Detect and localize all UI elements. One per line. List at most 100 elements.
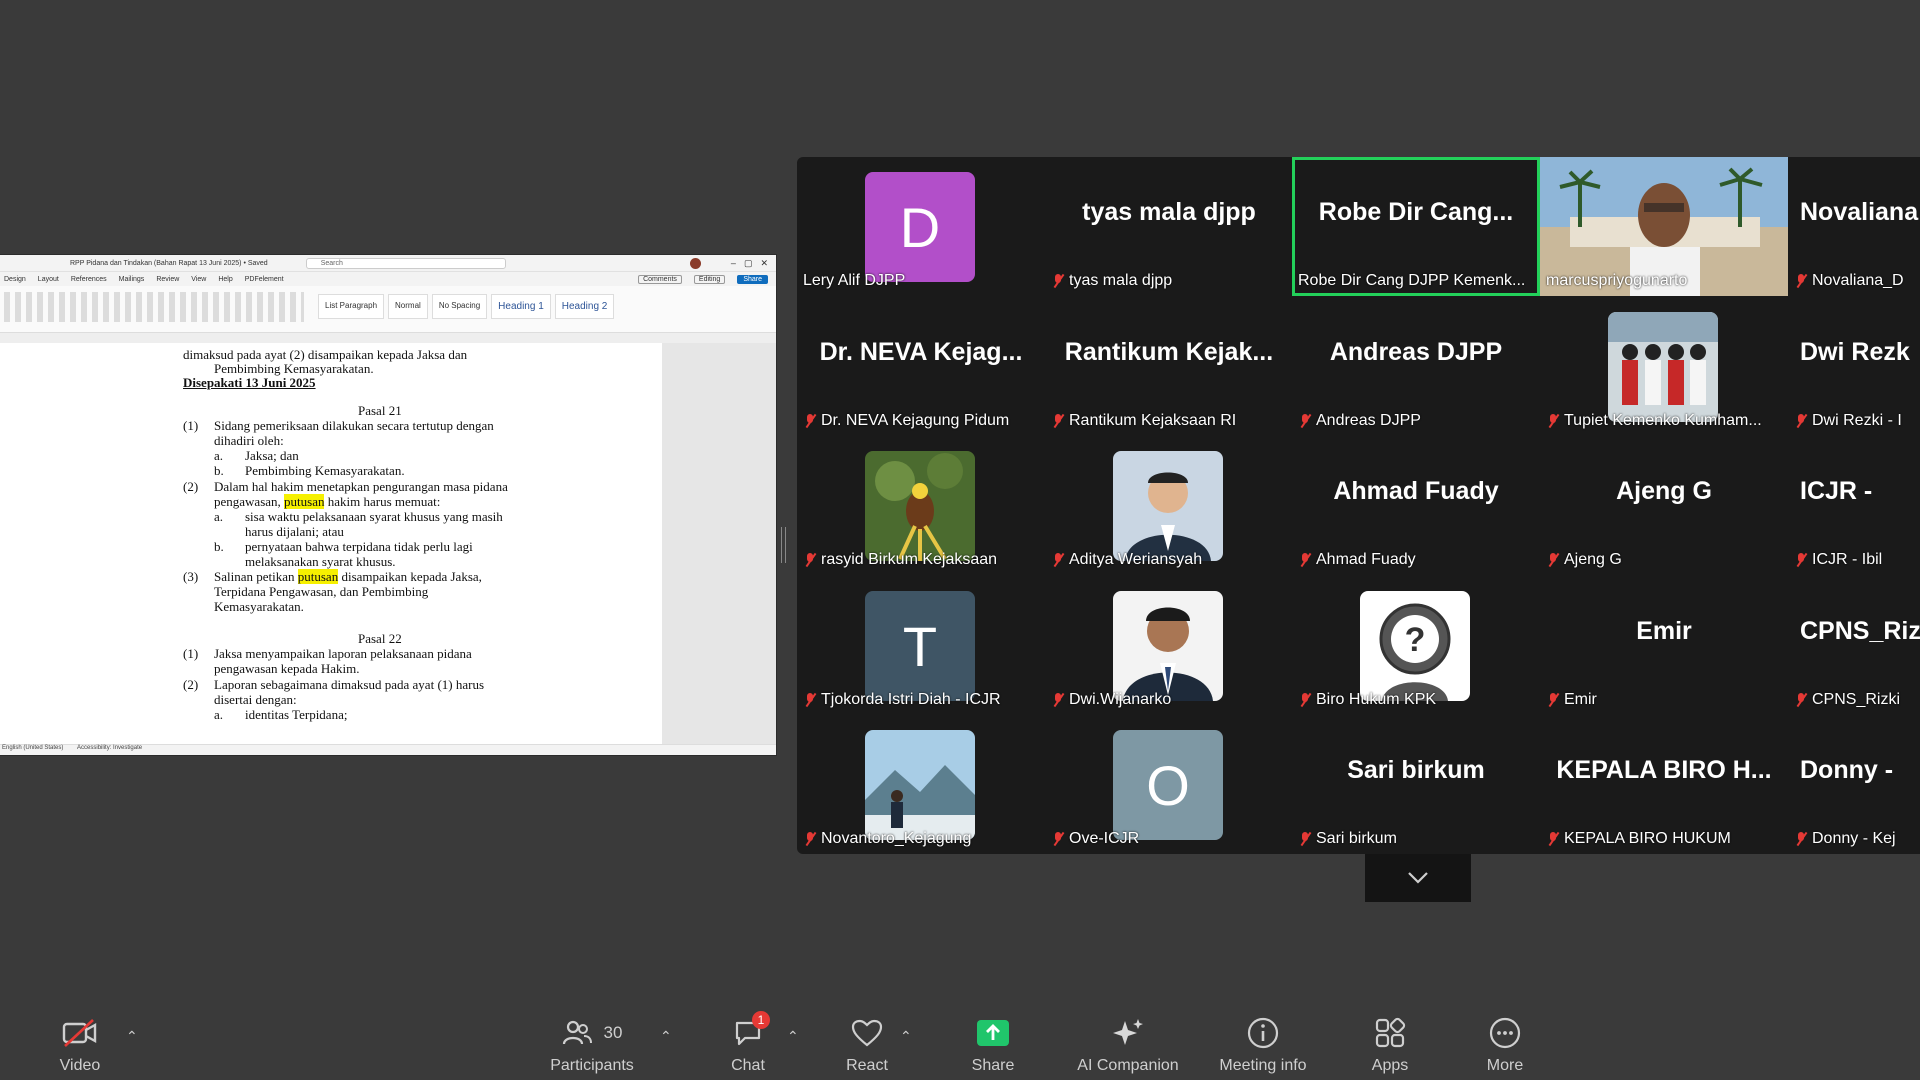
- word-ribbon: List Paragraph Normal No Spacing Heading 1H…: [0, 286, 776, 333]
- participant-display-name: Dwi Rezk: [1800, 337, 1910, 366]
- share-screen-button[interactable]: Share: [933, 1015, 1053, 1075]
- chat-button[interactable]: 1 Chat: [688, 1011, 808, 1075]
- apps-button[interactable]: Apps: [1330, 1015, 1450, 1075]
- document-line: Sidang pemeriksaan dilakukan secara tert…: [214, 418, 494, 433]
- video-button[interactable]: Video: [20, 1015, 140, 1075]
- video-options-caret[interactable]: ⌃: [126, 1028, 138, 1045]
- participant-tile[interactable]: KEPALA BIRO H... KEPALA BIRO HUKUM: [1540, 715, 1788, 854]
- maximize-icon: ▢: [743, 257, 753, 268]
- meeting-info-button[interactable]: Meeting info: [1203, 1015, 1323, 1075]
- document-line: (2): [183, 677, 199, 692]
- mic-muted-icon: [803, 831, 817, 847]
- document-line: Kemasyarakatan.: [214, 599, 304, 614]
- participant-tile[interactable]: Sari birkum Sari birkum: [1292, 715, 1540, 854]
- style-option: No Spacing: [431, 294, 488, 319]
- ai-companion-button[interactable]: AI Companion: [1068, 1015, 1188, 1075]
- react-options-caret[interactable]: ⌃: [900, 1028, 912, 1045]
- participant-tile[interactable]: D Lery Alif DJPP: [797, 157, 1045, 296]
- sparkle-icon: [1113, 1019, 1143, 1045]
- participant-tile[interactable]: marcuspriyogunarto: [1540, 157, 1788, 296]
- participant-name-label: Lery Alif DJPP: [803, 272, 906, 289]
- participant-tile[interactable]: ? Biro Hukum KPK: [1292, 576, 1540, 715]
- more-label: More: [1486, 1057, 1524, 1074]
- word-menu-item: PDFelement: [244, 275, 284, 283]
- word-menu-item: Layout: [37, 275, 59, 283]
- word-menu-item: Help: [218, 275, 233, 283]
- style-gallery: List Paragraph Normal No Spacing Heading 1H…: [318, 294, 615, 319]
- chat-unread-badge: 1: [752, 1011, 770, 1029]
- gallery-next-page-button[interactable]: [1365, 854, 1471, 902]
- participant-name-label: CPNS_Rizki: [1794, 691, 1900, 709]
- word-share-button: Share: [737, 274, 768, 284]
- participant-tile[interactable]: Rantikum Kejak... Rantikum Kejaksaan RI: [1045, 297, 1293, 436]
- participant-display-name: KEPALA BIRO H...: [1556, 755, 1772, 784]
- participant-video: [1113, 451, 1223, 561]
- word-search-box: Search: [305, 257, 506, 269]
- document-line: melaksanakan syarat khusus.: [245, 554, 396, 569]
- participant-tile[interactable]: Donny - Donny - Kej: [1788, 715, 1920, 854]
- participant-tile[interactable]: Aditya Weriansyah: [1045, 436, 1293, 575]
- chat-options-caret[interactable]: ⌃: [787, 1028, 799, 1045]
- participant-name-label: Novaliana_D: [1794, 272, 1904, 290]
- participants-options-caret[interactable]: ⌃: [660, 1028, 672, 1045]
- split-view-divider[interactable]: [781, 527, 786, 563]
- more-button[interactable]: More: [1445, 1015, 1565, 1075]
- participant-tile[interactable]: Ahmad Fuady Ahmad Fuady: [1292, 436, 1540, 575]
- participant-tile[interactable]: Ajeng G Ajeng G: [1540, 436, 1788, 575]
- participant-tile[interactable]: Emir Emir: [1540, 576, 1788, 715]
- word-menu-item: Design: [4, 275, 26, 283]
- document-line: pengawasan kepada Hakim.: [214, 661, 360, 676]
- mic-muted-icon: [1546, 831, 1560, 847]
- participants-button[interactable]: 30 Participants: [532, 1015, 652, 1075]
- participant-tile[interactable]: Dr. NEVA Kejag... Dr. NEVA Kejagung Pidum: [797, 297, 1045, 436]
- share-screen-icon: [977, 1020, 1009, 1046]
- participant-tile[interactable]: Robe Dir Cang... Robe Dir Cang DJPP Kemen…: [1292, 157, 1540, 296]
- participant-name-label: Robe Dir Cang DJPP Kemenk...: [1298, 272, 1526, 289]
- participant-display-name: Andreas DJPP: [1329, 337, 1503, 366]
- style-option: Heading 1: [491, 294, 551, 319]
- participant-tile[interactable]: Andreas DJPP Andreas DJPP: [1292, 297, 1540, 436]
- document-line: (2): [183, 479, 199, 494]
- participant-tile[interactable]: Tupiet Kemenko Kumham...: [1540, 297, 1788, 436]
- participant-name-label: rasyid Birkum Kejaksaan: [803, 551, 997, 569]
- participant-video: [865, 451, 975, 561]
- mic-muted-icon: [1051, 831, 1065, 847]
- participant-tile[interactable]: Novantoro_Kejagung: [797, 715, 1045, 854]
- apps-icon: [1375, 1017, 1406, 1048]
- participant-tile[interactable]: O Ove-ICJR: [1045, 715, 1293, 854]
- react-label: React: [846, 1057, 888, 1074]
- document-line: (1): [183, 418, 199, 433]
- participant-tile[interactable]: CPNS_Rizk CPNS_Rizki: [1788, 576, 1920, 715]
- participant-tile[interactable]: Novaliana Novaliana_D: [1788, 157, 1920, 296]
- participant-tile[interactable]: tyas mala djpp tyas mala djpp: [1045, 157, 1293, 296]
- participant-video: [1608, 312, 1718, 422]
- participant-video: [865, 730, 975, 840]
- document-line: b.: [214, 539, 224, 554]
- document-line: (3): [183, 569, 199, 584]
- mic-muted-icon: [1051, 273, 1065, 289]
- participant-tile[interactable]: Dwi Rezk Dwi Rezki - I: [1788, 297, 1920, 436]
- participant-name-label: Dr. NEVA Kejagung Pidum: [803, 412, 1009, 430]
- participant-name-label: Tupiet Kemenko Kumham...: [1546, 412, 1762, 430]
- participant-video: [1113, 591, 1223, 701]
- participant-avatar: O: [1113, 730, 1223, 840]
- participant-tile[interactable]: Dwi.Wijanarko: [1045, 576, 1293, 715]
- participant-video: ?: [1360, 591, 1470, 701]
- participant-display-name: Robe Dir Cang...: [1318, 197, 1514, 226]
- document-line: dihadiri oleh:: [214, 433, 284, 448]
- document-line: identitas Terpidana;: [245, 707, 348, 722]
- participant-display-name: Sari birkum: [1347, 755, 1485, 784]
- participant-name-label: Dwi Rezki - I: [1794, 412, 1902, 430]
- document-line: dimaksud pada ayat (2) disampaikan kepad…: [183, 347, 468, 362]
- participant-tile[interactable]: rasyid Birkum Kejaksaan: [797, 436, 1045, 575]
- document-line: disertai dengan:: [214, 692, 297, 707]
- document-line: a.: [214, 707, 224, 722]
- mic-muted-icon: [1546, 552, 1560, 568]
- participant-tile[interactable]: ICJR - ICJR - Ibil: [1788, 436, 1920, 575]
- participant-tile[interactable]: T Tjokorda Istri Diah - ICJR: [797, 576, 1045, 715]
- word-user-avatar: [689, 257, 701, 269]
- participants-label: Participants: [550, 1057, 634, 1074]
- participant-avatar: D: [865, 172, 975, 282]
- mic-muted-icon: [1051, 552, 1065, 568]
- react-button[interactable]: React: [807, 1015, 927, 1075]
